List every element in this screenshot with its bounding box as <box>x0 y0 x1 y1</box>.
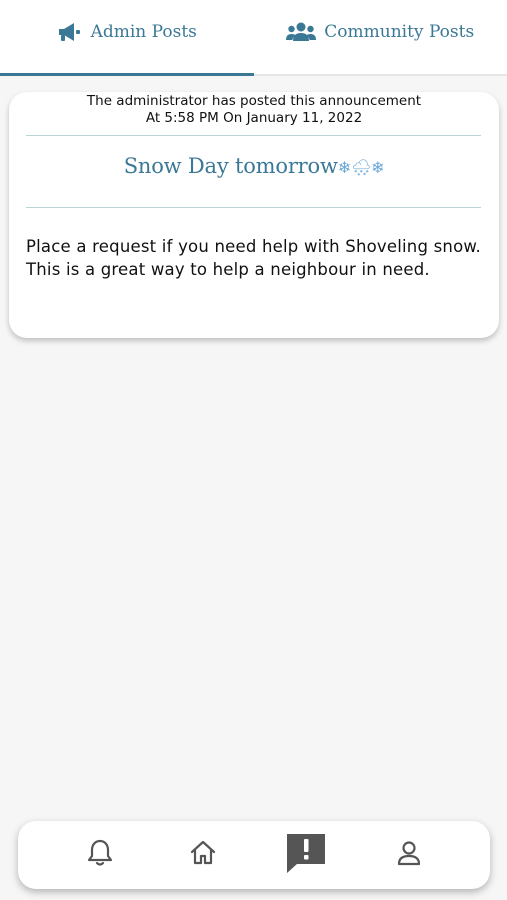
divider <box>26 135 481 136</box>
divider <box>26 207 481 208</box>
user-icon <box>395 839 423 871</box>
announcement-card[interactable]: The administrator has posted this announ… <box>9 92 499 338</box>
megaphone-icon <box>57 21 83 43</box>
post-title-text: Snow Day tomorrow <box>123 154 338 178</box>
tab-bar: Admin Posts Community Posts <box>0 0 507 76</box>
users-icon <box>286 22 317 42</box>
nav-home[interactable] <box>179 831 227 879</box>
tab-community-posts[interactable]: Community Posts <box>254 0 507 74</box>
tab-community-posts-label: Community Posts <box>324 22 475 42</box>
alert-chat-icon <box>284 831 328 879</box>
tab-admin-posts[interactable]: Admin Posts <box>0 0 254 76</box>
nav-notifications[interactable] <box>76 831 124 879</box>
post-meta-author: The administrator has posted this announ… <box>86 93 422 109</box>
home-icon <box>189 839 217 871</box>
bell-icon <box>86 838 114 872</box>
post-title: Snow Day tomorrow❄🌨❄ <box>9 154 499 178</box>
nav-announcements[interactable] <box>282 831 330 879</box>
bottom-nav <box>18 821 490 889</box>
post-body: Place a request if you need help with Sh… <box>26 237 481 279</box>
tab-admin-posts-label: Admin Posts <box>90 22 197 42</box>
snow-emoji: ❄🌨❄ <box>337 158 385 177</box>
post-meta: The administrator has posted this announ… <box>9 92 499 127</box>
nav-profile[interactable] <box>385 831 433 879</box>
post-meta-timestamp: At 5:58 PM On January 11, 2022 <box>145 110 363 126</box>
